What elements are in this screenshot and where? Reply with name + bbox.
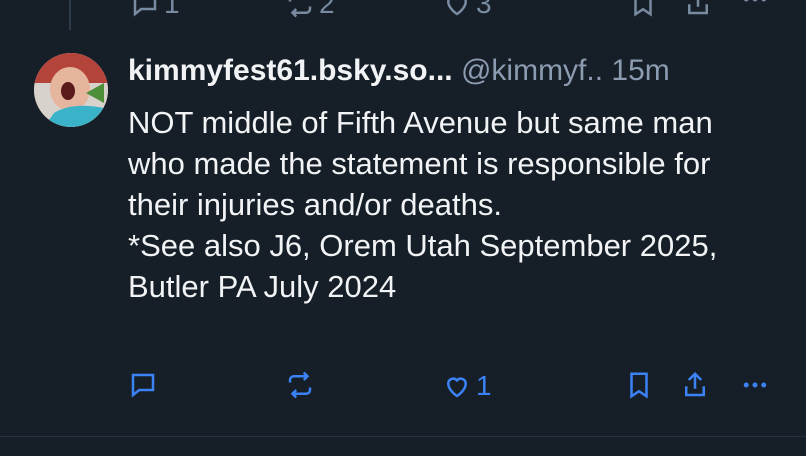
previous-bookmark-button[interactable] xyxy=(628,0,658,18)
previous-reply-button[interactable]: 1 xyxy=(130,0,180,20)
more-button[interactable] xyxy=(740,370,770,400)
reply-icon xyxy=(131,373,155,398)
bookmark-icon xyxy=(630,372,648,399)
reply-button[interactable] xyxy=(128,370,158,400)
like-button[interactable]: 1 xyxy=(442,370,492,402)
heart-icon xyxy=(446,377,468,398)
previous-reply-count: 1 xyxy=(164,0,180,19)
author-handle[interactable]: @kimmyf.. xyxy=(461,54,603,87)
previous-repost-button[interactable]: 2 xyxy=(285,0,335,20)
share-icon xyxy=(688,0,708,15)
previous-like-button[interactable]: 3 xyxy=(442,0,492,20)
previous-like-count: 3 xyxy=(476,0,492,19)
avatar-image xyxy=(34,53,108,127)
share-button[interactable] xyxy=(680,370,710,400)
bookmark-icon xyxy=(634,0,652,17)
previous-share-button[interactable] xyxy=(683,0,713,18)
like-count: 1 xyxy=(476,370,492,401)
repost-icon xyxy=(288,0,312,18)
post-actions: 1 xyxy=(0,370,806,410)
more-icon xyxy=(743,0,767,2)
previous-repost-count: 2 xyxy=(319,0,335,19)
author-name[interactable]: kimmyfest61.bsky.so... xyxy=(128,54,453,87)
bookmark-button[interactable] xyxy=(624,370,654,400)
share-icon xyxy=(685,371,705,397)
reply-icon xyxy=(133,0,157,17)
post-divider xyxy=(0,436,806,437)
post-header: kimmyfest61.bsky.so... @kimmyf.. 15m xyxy=(128,54,670,88)
post-text: NOT middle of Fifth Avenue but same man … xyxy=(128,105,718,304)
avatar[interactable] xyxy=(34,53,108,127)
previous-post-actions: 1 2 3 xyxy=(0,0,806,19)
previous-more-button[interactable] xyxy=(740,0,770,14)
heart-icon xyxy=(446,0,468,16)
repost-icon xyxy=(288,371,312,399)
more-icon xyxy=(743,382,767,388)
repost-button[interactable] xyxy=(285,370,315,400)
post-time[interactable]: 15m xyxy=(611,54,669,87)
